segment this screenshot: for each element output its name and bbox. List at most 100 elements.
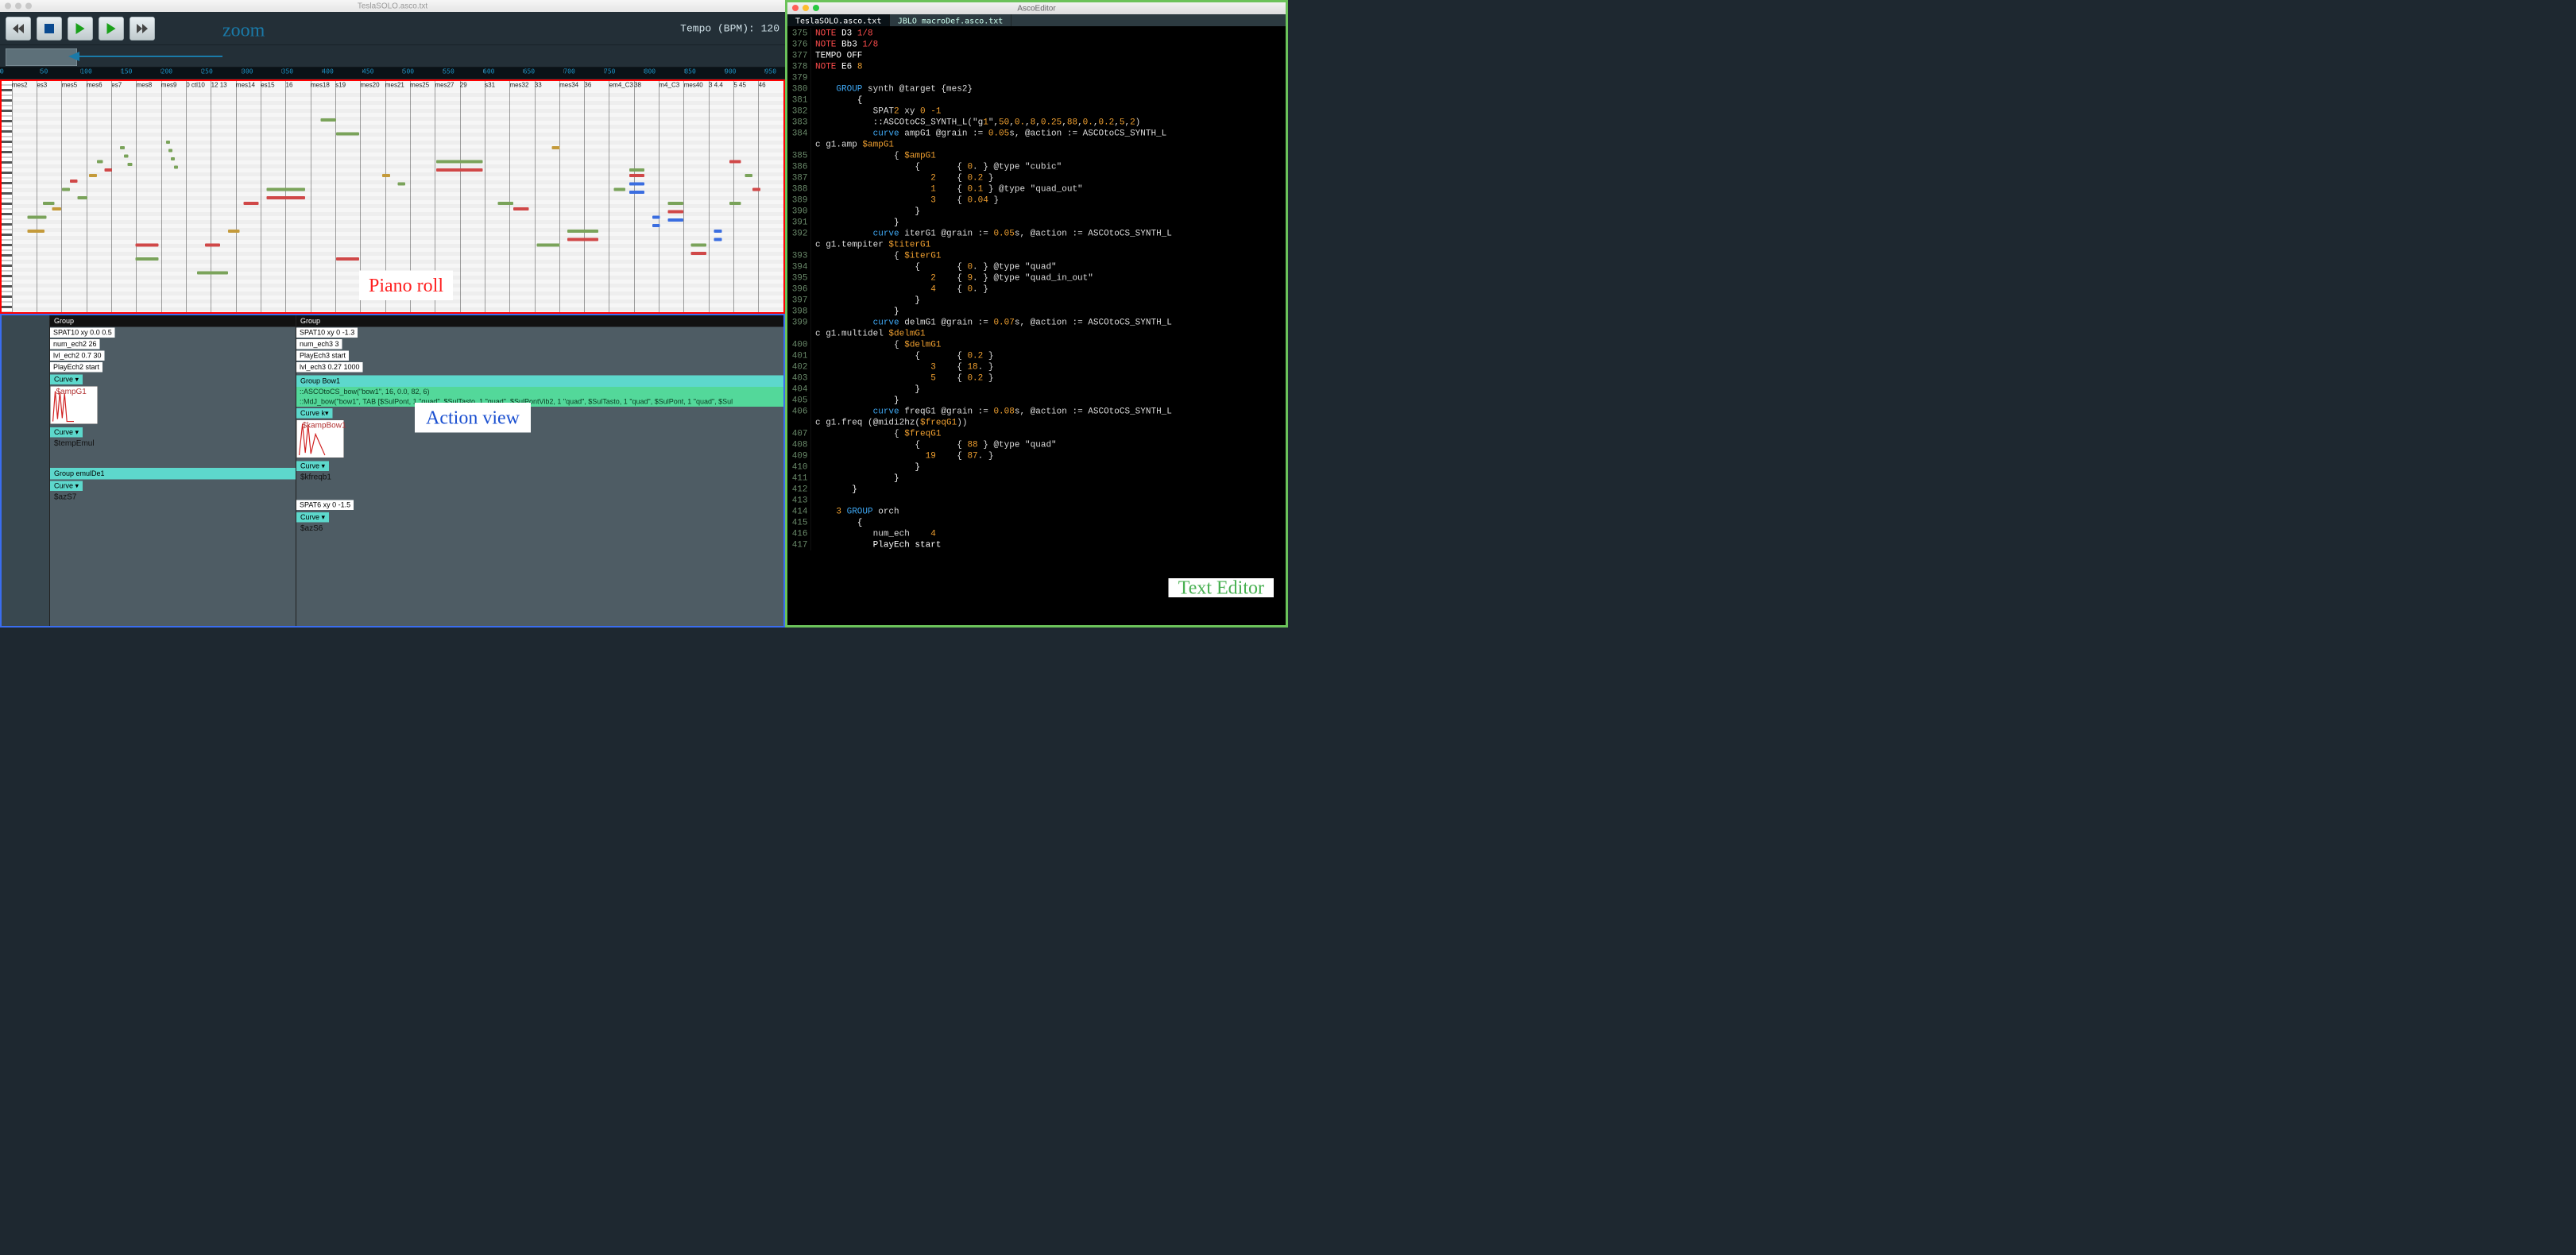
curve-header[interactable]: Curve ▾ bbox=[50, 375, 83, 385]
code-line[interactable]: 379 bbox=[787, 72, 1286, 83]
code-line[interactable]: 405 } bbox=[787, 395, 1286, 406]
minimize-icon[interactable] bbox=[803, 5, 809, 11]
midi-note[interactable] bbox=[629, 174, 644, 177]
editor-tab[interactable]: JBLO macroDef.asco.txt bbox=[890, 14, 1011, 26]
code-line[interactable]: 401 { { 0.2 } bbox=[787, 350, 1286, 361]
curve-thumbnail[interactable]: $ampG1 bbox=[50, 386, 98, 424]
code-line[interactable]: 394 { { 0. } @type "quad" bbox=[787, 261, 1286, 272]
midi-note[interactable] bbox=[667, 218, 683, 222]
midi-note[interactable] bbox=[266, 196, 305, 199]
code-line[interactable]: 403 5 { 0.2 } bbox=[787, 373, 1286, 384]
midi-note[interactable] bbox=[567, 230, 598, 233]
code-line[interactable]: 413 bbox=[787, 495, 1286, 506]
code-line[interactable]: 395 2 { 9. } @type "quad_in_out" bbox=[787, 272, 1286, 284]
midi-note[interactable] bbox=[27, 230, 44, 233]
midi-note[interactable] bbox=[552, 146, 560, 149]
code-line[interactable]: 386 { { 0. } @type "cubic" bbox=[787, 161, 1286, 172]
curve-header[interactable]: Curve k▾ bbox=[296, 408, 333, 419]
midi-note[interactable] bbox=[168, 149, 172, 153]
midi-note[interactable] bbox=[667, 202, 683, 205]
stop-button[interactable] bbox=[37, 17, 62, 41]
code-line[interactable]: 375NOTE D3 1/8 bbox=[787, 28, 1286, 39]
code-line[interactable]: 396 4 { 0. } bbox=[787, 284, 1286, 295]
code-line[interactable]: 387 2 { 0.2 } bbox=[787, 172, 1286, 183]
code-line[interactable]: 378NOTE E6 8 bbox=[787, 61, 1286, 72]
action-param-line[interactable]: PlayEch3 start bbox=[296, 351, 349, 361]
code-line[interactable]: 411 } bbox=[787, 473, 1286, 484]
midi-note[interactable] bbox=[43, 202, 55, 205]
minimize-icon[interactable] bbox=[15, 3, 21, 10]
play-button[interactable] bbox=[68, 17, 93, 41]
code-line[interactable]: 398 } bbox=[787, 306, 1286, 317]
midi-note[interactable] bbox=[174, 166, 178, 169]
code-editor[interactable]: Text Editor 375NOTE D3 1/8376NOTE Bb3 1/… bbox=[787, 26, 1286, 625]
curve-thumbnail[interactable]: $kampBow1 bbox=[296, 420, 344, 458]
code-line[interactable]: 402 3 { 18. } bbox=[787, 361, 1286, 373]
midi-note[interactable] bbox=[436, 160, 482, 164]
code-line[interactable]: 408 { { 88 } @type "quad" bbox=[787, 439, 1286, 450]
midi-note[interactable] bbox=[166, 141, 170, 144]
code-line[interactable]: 409 19 { 87. } bbox=[787, 450, 1286, 461]
midi-note[interactable] bbox=[243, 202, 258, 205]
midi-note[interactable] bbox=[745, 174, 752, 177]
midi-note[interactable] bbox=[171, 157, 175, 160]
action-call-line[interactable]: ::MdJ_bow("bow1", TAB [$SulPont, 1 "quad… bbox=[296, 397, 783, 407]
code-line[interactable]: 392 curve iterG1 @grain := 0.05s, @actio… bbox=[787, 228, 1286, 239]
midi-note[interactable] bbox=[652, 216, 660, 219]
rewind-button[interactable] bbox=[6, 17, 31, 41]
midi-note[interactable] bbox=[714, 230, 722, 233]
midi-note[interactable] bbox=[752, 188, 760, 191]
zoom-handle[interactable] bbox=[6, 48, 77, 66]
action-param-line[interactable]: SPAT10 xy 0.0 0.5 bbox=[50, 328, 115, 338]
editor-tab[interactable]: TeslaSOLO.asco.txt bbox=[787, 14, 890, 26]
midi-note[interactable] bbox=[690, 244, 706, 247]
code-line[interactable]: 382 SPAT2 xy 0 -1 bbox=[787, 106, 1286, 117]
code-line[interactable]: 397 } bbox=[787, 295, 1286, 306]
code-line[interactable]: 389 3 { 0.04 } bbox=[787, 195, 1286, 206]
midi-note[interactable] bbox=[78, 196, 88, 199]
midi-note[interactable] bbox=[27, 216, 46, 219]
midi-note[interactable] bbox=[62, 188, 70, 191]
maximize-icon[interactable] bbox=[813, 5, 819, 11]
code-line[interactable]: 410 } bbox=[787, 461, 1286, 473]
maximize-icon[interactable] bbox=[25, 3, 32, 10]
action-view-panel[interactable]: Group SPAT10 xy 0.0 0.5num_ech2 26lvl_ec… bbox=[0, 314, 785, 628]
midi-note[interactable] bbox=[135, 257, 158, 261]
midi-note[interactable] bbox=[105, 168, 113, 172]
action-param-line[interactable]: num_ech3 3 bbox=[296, 339, 342, 349]
midi-note[interactable] bbox=[205, 244, 220, 247]
code-line[interactable]: 412 } bbox=[787, 484, 1286, 495]
code-line[interactable]: 380 GROUP synth @target {mes2} bbox=[787, 83, 1286, 95]
code-line[interactable]: 391 } bbox=[787, 217, 1286, 228]
midi-note[interactable] bbox=[135, 244, 158, 247]
midi-note[interactable] bbox=[124, 155, 129, 158]
code-line[interactable]: c g1.freq (@midi2hz($freqG1)) bbox=[787, 417, 1286, 428]
midi-note[interactable] bbox=[729, 202, 741, 205]
piano-keys-gutter[interactable] bbox=[2, 81, 12, 312]
action-group-header[interactable]: Group Bow1 bbox=[296, 376, 783, 388]
action-param-line[interactable]: SPAT6 xy 0 -1.5 bbox=[296, 500, 354, 511]
forward-button[interactable] bbox=[130, 17, 155, 41]
play-from-start-button[interactable] bbox=[99, 17, 124, 41]
action-column-1[interactable]: Group SPAT10 xy 0.0 0.5num_ech2 26lvl_ec… bbox=[49, 315, 296, 626]
midi-note[interactable] bbox=[513, 207, 528, 210]
midi-note[interactable] bbox=[729, 160, 741, 164]
midi-note[interactable] bbox=[629, 183, 644, 186]
code-line[interactable]: c g1.multidel $delmG1 bbox=[787, 328, 1286, 339]
midi-note[interactable] bbox=[336, 133, 359, 136]
midi-note[interactable] bbox=[89, 174, 97, 177]
code-line[interactable]: 399 curve delmG1 @grain := 0.07s, @actio… bbox=[787, 317, 1286, 328]
action-column-2[interactable]: Group SPAT10 xy 0 -1.3num_ech3 3PlayEch3… bbox=[296, 315, 783, 626]
midi-note[interactable] bbox=[714, 238, 722, 241]
action-call-line[interactable]: ::ASCOtoCS_bow("bow1", 16, 0.0, 82, 6) bbox=[296, 387, 783, 397]
code-line[interactable]: 417 PlayEch start bbox=[787, 539, 1286, 550]
zoom-scrollbar[interactable] bbox=[0, 45, 785, 68]
code-line[interactable]: 383 ::ASCOtoCS_SYNTH_L("g1",50,0.,8,0.25… bbox=[787, 117, 1286, 128]
code-line[interactable]: 404 } bbox=[787, 384, 1286, 395]
midi-note[interactable] bbox=[52, 207, 61, 210]
action-param-line[interactable]: SPAT10 xy 0 -1.3 bbox=[296, 328, 358, 338]
code-line[interactable]: 406 curve freqG1 @grain := 0.08s, @actio… bbox=[787, 406, 1286, 417]
action-group-header[interactable]: Group emulDe1 bbox=[50, 468, 296, 480]
midi-note[interactable] bbox=[667, 210, 683, 214]
midi-note[interactable] bbox=[629, 168, 644, 172]
